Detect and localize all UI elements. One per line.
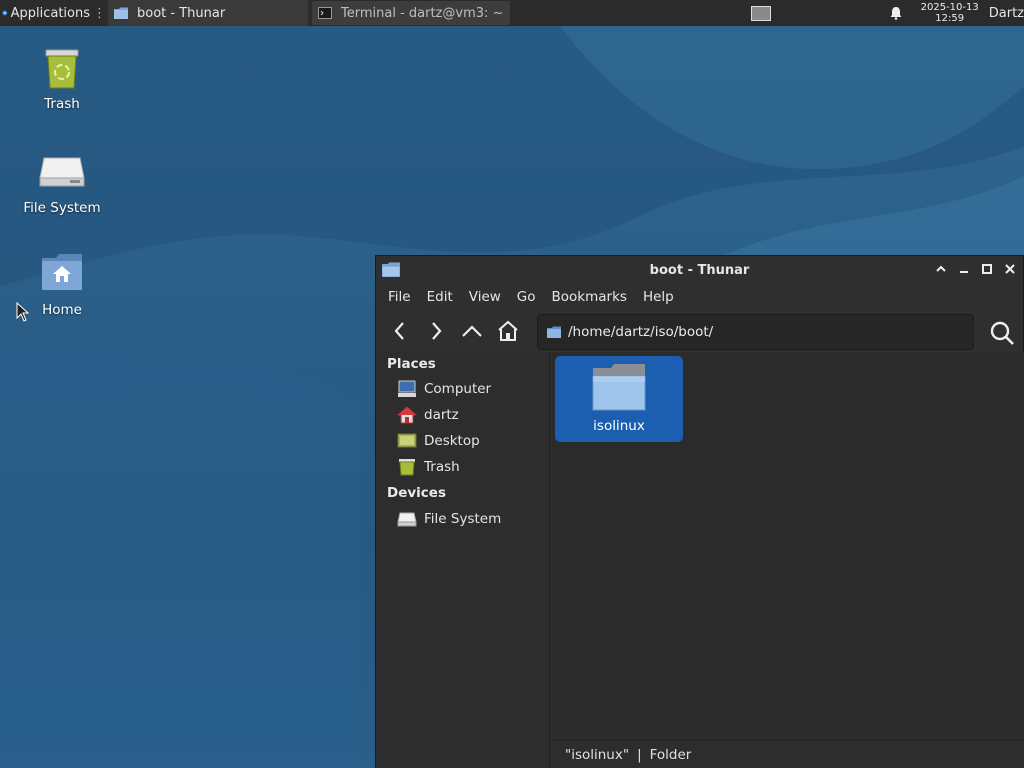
taskbar-item-terminal[interactable]: Terminal - dartz@vm3: ~: [312, 1, 510, 25]
menu-edit[interactable]: Edit: [427, 289, 453, 305]
sidebar: Places Computer dartz Desktop Trash Devi…: [376, 352, 550, 768]
applications-menu-button[interactable]: Applications ⋮: [0, 0, 108, 26]
clock[interactable]: 2025-10-13 12:59: [921, 2, 979, 24]
folder-icon: [547, 326, 561, 338]
menubar: File Edit View Go Bookmarks Help: [376, 284, 1023, 310]
sidebar-item-label: dartz: [424, 407, 459, 423]
file-view[interactable]: isolinux: [551, 352, 1024, 740]
maximize-icon: [982, 264, 992, 274]
window-titlebar[interactable]: boot - Thunar: [376, 256, 1023, 284]
home-button[interactable]: [496, 319, 520, 343]
desktop-icon-label: File System: [23, 200, 101, 216]
toolbar: /home/dartz/iso/boot/: [376, 310, 1023, 352]
status-name: "isolinux": [565, 746, 630, 763]
folder-icon: [592, 364, 646, 411]
xfce-logo-icon: [2, 10, 8, 16]
home-icon: [498, 320, 518, 341]
sidebar-heading-places: Places: [387, 356, 436, 372]
back-button[interactable]: [388, 319, 412, 343]
drive-icon: [397, 512, 417, 527]
trash-icon: [45, 49, 79, 89]
taskbar-label: boot - Thunar: [137, 5, 226, 21]
top-panel: Applications ⋮ boot - Thunar Terminal - …: [0, 0, 1024, 26]
location-path: /home/dartz/iso/boot/: [568, 324, 714, 340]
thunar-window: boot - Thunar File Edit View Go Bookmark…: [375, 255, 1024, 768]
clock-time: 12:59: [935, 13, 965, 24]
notification-bell-icon[interactable]: [889, 6, 903, 20]
sidebar-item-label: Desktop: [424, 433, 480, 449]
menu-file[interactable]: File: [388, 289, 411, 305]
taskbar-label: Terminal - dartz@vm3: ~: [341, 5, 504, 21]
menu-bookmarks[interactable]: Bookmarks: [552, 289, 627, 305]
sidebar-item-desktop[interactable]: Desktop: [376, 428, 549, 454]
chevron-right-icon: [432, 322, 442, 340]
file-item-isolinux[interactable]: isolinux: [555, 356, 683, 442]
sidebar-item-trash[interactable]: Trash: [376, 454, 549, 480]
sidebar-item-label: Computer: [424, 381, 492, 397]
workspace-switcher[interactable]: [750, 5, 771, 21]
location-bar[interactable]: /home/dartz/iso/boot/: [537, 314, 974, 350]
home-folder-icon: [42, 254, 82, 290]
terminal-icon: [318, 7, 332, 19]
menu-separator-icon: ⋮: [93, 5, 106, 21]
menu-go[interactable]: Go: [517, 289, 536, 305]
parent-folder-button[interactable]: [460, 319, 484, 343]
sidebar-item-dartz[interactable]: dartz: [376, 402, 549, 428]
minimize-icon: [960, 271, 968, 273]
close-button[interactable]: [1003, 262, 1017, 276]
sidebar-heading-devices: Devices: [387, 485, 446, 501]
desktop-icon-trash[interactable]: Trash: [7, 44, 117, 112]
user-menu[interactable]: Dartz: [989, 6, 1024, 21]
file-item-label: isolinux: [593, 418, 645, 434]
clock-date: 2025-10-13: [920, 2, 979, 13]
folder-icon: [114, 7, 128, 19]
forward-button[interactable]: [424, 319, 448, 343]
shade-button[interactable]: [934, 262, 948, 276]
minimize-button[interactable]: [957, 262, 971, 276]
mouse-cursor-icon: [16, 302, 30, 322]
sidebar-item-computer[interactable]: Computer: [376, 376, 549, 402]
menu-help[interactable]: Help: [643, 289, 674, 305]
menu-view[interactable]: View: [469, 289, 501, 305]
chevron-up-icon: [462, 325, 482, 337]
status-type: Folder: [649, 746, 692, 763]
sidebar-item-file-system[interactable]: File System: [376, 506, 549, 532]
drive-icon: [39, 157, 85, 187]
window-title: boot - Thunar: [649, 262, 750, 278]
sidebar-item-label: Trash: [424, 459, 460, 475]
user-home-icon: [397, 406, 417, 424]
computer-icon: [398, 380, 416, 397]
trash-icon: [399, 459, 415, 476]
search-icon[interactable]: [989, 320, 1015, 346]
desktop-icon-file-system[interactable]: File System: [7, 148, 117, 216]
status-separator: |: [637, 746, 642, 763]
maximize-button[interactable]: [980, 262, 994, 276]
desktop-icon: [397, 433, 417, 448]
statusbar: "isolinux" | Folder: [551, 740, 1024, 768]
chevron-up-icon: [936, 265, 946, 272]
close-icon: [1005, 264, 1015, 274]
chevron-left-icon: [394, 322, 404, 340]
folder-icon: [382, 262, 400, 277]
desktop-icon-label: Trash: [44, 96, 80, 112]
sidebar-item-label: File System: [424, 511, 502, 527]
applications-label: Applications: [10, 5, 90, 21]
taskbar-item-thunar[interactable]: boot - Thunar: [108, 0, 308, 26]
